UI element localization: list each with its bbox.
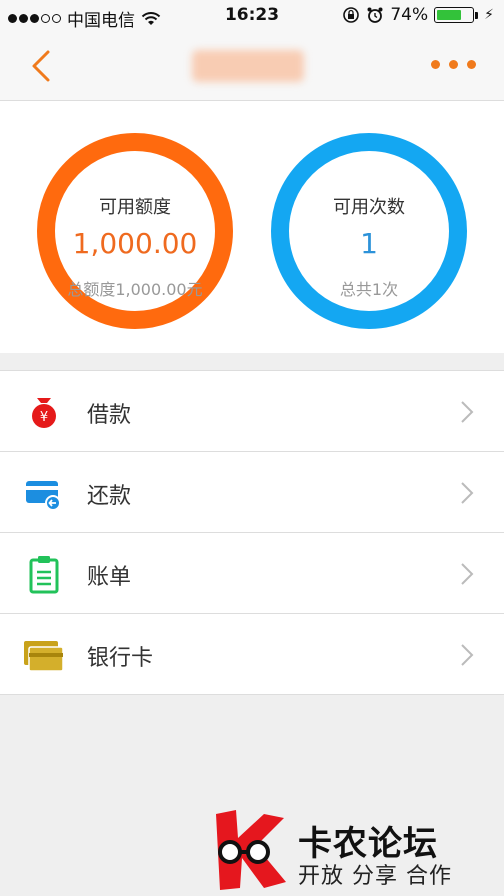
total-count-text: 总共1次 bbox=[339, 280, 399, 299]
menu-item-borrow[interactable]: ¥ 借款 bbox=[0, 371, 504, 452]
chevron-right-icon bbox=[461, 482, 474, 504]
more-options-icon[interactable] bbox=[431, 60, 476, 69]
menu-item-bank-card[interactable]: 银行卡 bbox=[0, 614, 504, 694]
status-bar: 中国电信 16:23 74% ⚡ bbox=[0, 0, 504, 32]
menu-label-repay: 还款 bbox=[87, 484, 132, 509]
charging-icon: ⚡ bbox=[484, 7, 494, 23]
rotation-lock-icon bbox=[343, 7, 360, 23]
battery-tip bbox=[475, 11, 479, 19]
action-menu: ¥ 借款 还款 账单 银行卡 bbox=[0, 370, 504, 695]
navigation-bar bbox=[0, 32, 504, 101]
menu-label-borrow: 借款 bbox=[87, 403, 132, 428]
menu-label-bills: 账单 bbox=[87, 565, 132, 590]
menu-item-bills[interactable]: 账单 bbox=[0, 533, 504, 614]
available-limit-ring: 可用额度 1,000.00 总额度1,000.00元 bbox=[37, 133, 233, 329]
battery-icon bbox=[434, 7, 475, 23]
total-limit-text: 总额度1,000.00元 bbox=[67, 280, 203, 299]
page-title-blurred bbox=[192, 50, 304, 82]
forum-watermark: 卡农论坛 开放 分享 合作 bbox=[206, 808, 496, 892]
money-bag-icon: ¥ bbox=[32, 398, 56, 428]
card-repay-icon bbox=[26, 481, 61, 511]
available-count-ring: 可用次数 1 总共1次 bbox=[271, 133, 467, 329]
watermark-slogan: 开放 分享 合作 bbox=[298, 864, 452, 889]
clipboard-icon bbox=[29, 556, 59, 594]
battery-percent: 74% bbox=[390, 5, 429, 25]
chevron-right-icon bbox=[461, 563, 474, 585]
bank-card-icon bbox=[24, 641, 64, 672]
available-count-label: 可用次数 bbox=[333, 197, 405, 218]
chevron-right-icon bbox=[461, 644, 474, 666]
menu-label-bank-card: 银行卡 bbox=[87, 646, 154, 671]
chevron-right-icon bbox=[461, 401, 474, 423]
available-limit-value: 1,000.00 bbox=[72, 227, 198, 260]
forum-logo-icon bbox=[216, 810, 286, 890]
back-arrow-icon[interactable] bbox=[26, 48, 56, 84]
menu-item-repay[interactable]: 还款 bbox=[0, 452, 504, 533]
available-count-value: 1 bbox=[360, 227, 378, 260]
svg-text:¥: ¥ bbox=[40, 410, 48, 425]
credit-summary: 可用额度 1,000.00 总额度1,000.00元 可用次数 1 总共1次 bbox=[0, 101, 504, 353]
alarm-clock-icon bbox=[367, 7, 383, 23]
available-limit-label: 可用额度 bbox=[99, 197, 171, 218]
